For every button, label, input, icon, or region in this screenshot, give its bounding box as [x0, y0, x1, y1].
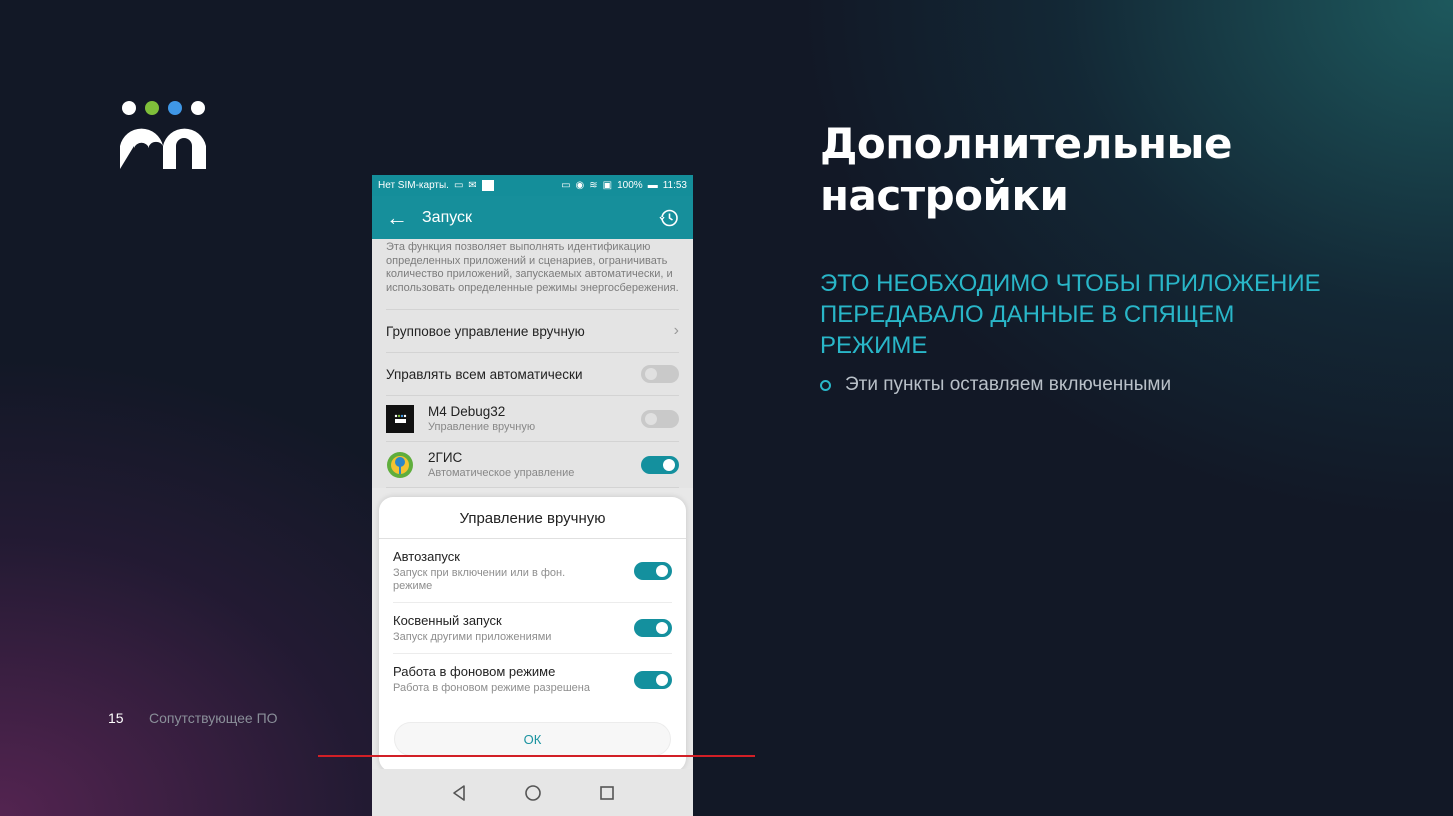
- background-work-toggle[interactable]: [634, 670, 672, 689]
- battery-icon: ▬: [647, 180, 658, 191]
- nav-home-icon[interactable]: [524, 784, 542, 802]
- clock: 11:53: [662, 180, 687, 191]
- nav-recents-icon[interactable]: [599, 785, 615, 801]
- app-row-2gis[interactable]: 2ГИС Автоматическое управление: [386, 442, 679, 488]
- slide: Дополнительные настройки Это необходимо …: [0, 0, 1453, 816]
- slide-title: Дополнительные настройки: [820, 119, 1232, 220]
- app-row-m4debug[interactable]: M4 Debug32 Управление вручную: [386, 396, 679, 442]
- app-bar: ← Запуск: [372, 196, 693, 239]
- history-icon[interactable]: [659, 208, 679, 228]
- phone-screenshot: Нет SIM-карты. ▭ ✉ ▭ ◉ ≋ ▣ 100% ▬ 11:53 …: [372, 175, 693, 816]
- logo-dot: [122, 101, 136, 115]
- bullet-circle-icon: [820, 379, 831, 391]
- indirect-start-toggle[interactable]: [634, 619, 672, 637]
- mail-icon: ✉: [468, 180, 477, 191]
- description-text: Эта функция позволяет выполнять идентифи…: [386, 239, 679, 310]
- background-work-row: Работа в фоновом режиме Работа в фоновом…: [393, 654, 672, 705]
- logo-dot: [191, 101, 205, 115]
- dialog-item-name: Косвенный запуск: [393, 612, 502, 628]
- nfc-icon: ▣: [602, 180, 613, 191]
- screen-cast-icon: ▭: [561, 180, 571, 191]
- m4-debug-toggle[interactable]: [641, 409, 679, 428]
- footer-text: Сопутствующее ПО: [149, 710, 278, 726]
- app-name: 2ГИС: [428, 450, 463, 465]
- dialog-item-sub: Работа в фоновом режиме разрешена: [393, 682, 590, 694]
- dialog-title: Управление вручную: [379, 497, 686, 539]
- nav-back-icon[interactable]: [451, 784, 467, 802]
- wifi-icon: ≋: [589, 180, 598, 191]
- company-logo: [120, 101, 206, 169]
- carrier-text: Нет SIM-карты.: [378, 180, 449, 191]
- arrow-back-icon[interactable]: ←: [386, 205, 422, 231]
- bullet-text: Эти пункты оставляем включенными: [845, 374, 1172, 395]
- auto-all-toggle[interactable]: [641, 365, 679, 383]
- notification-icon: [481, 180, 494, 191]
- location-icon: ◉: [575, 180, 585, 191]
- cast-icon: ▭: [453, 180, 464, 191]
- settings-list: Эта функция позволяет выполнять идентифи…: [372, 239, 693, 488]
- indirect-start-row: Косвенный запуск Запуск другими приложен…: [393, 603, 672, 654]
- dialog-item-sub: Запуск другими приложениями: [393, 630, 552, 643]
- page-number: 15: [108, 710, 124, 726]
- app-status: Автоматическое управление: [428, 467, 575, 479]
- bullet-item: Эти пункты оставляем включенными: [820, 374, 1171, 396]
- app-bar-title: Запуск: [422, 208, 473, 226]
- dialog-item-sub: Запуск при включении или в фон. режиме: [393, 566, 566, 592]
- auto-all-label: Управлять всем автоматически: [386, 366, 583, 382]
- nav-bar: [372, 769, 693, 816]
- status-bar: Нет SIM-карты. ▭ ✉ ▭ ◉ ≋ ▣ 100% ▬ 11:53: [372, 175, 693, 196]
- auto-all-row: Управлять всем автоматически: [386, 353, 679, 396]
- slide-subtitle: Это необходимо чтобы приложение передава…: [820, 270, 1321, 359]
- group-manual-label: Групповое управление вручную: [386, 323, 585, 339]
- logo-m-shape: [120, 128, 206, 169]
- autostart-toggle[interactable]: [634, 561, 672, 580]
- dialog-item-name: Работа в фоновом режиме: [393, 664, 556, 679]
- logo-dot: [168, 101, 182, 115]
- m4-debug-app-icon: [386, 404, 414, 433]
- ok-button[interactable]: ОК: [394, 722, 671, 756]
- dialog-item-name: Автозапуск: [393, 548, 460, 564]
- 2gis-app-icon: [387, 451, 413, 478]
- app-status: Управление вручную: [428, 421, 536, 433]
- logo-dot: [145, 101, 159, 115]
- manual-control-dialog: Управление вручную Автозапуск Запуск при…: [379, 497, 686, 772]
- autostart-row: Автозапуск Запуск при включении или в фо…: [393, 539, 672, 603]
- chevron-right-icon: ›: [673, 322, 679, 339]
- app-name: M4 Debug32: [428, 404, 506, 419]
- group-manual-row[interactable]: Групповое управление вручную ›: [386, 310, 679, 353]
- annotation-line: [318, 755, 755, 757]
- 2gis-toggle[interactable]: [641, 455, 679, 474]
- battery-percent: 100%: [617, 180, 643, 191]
